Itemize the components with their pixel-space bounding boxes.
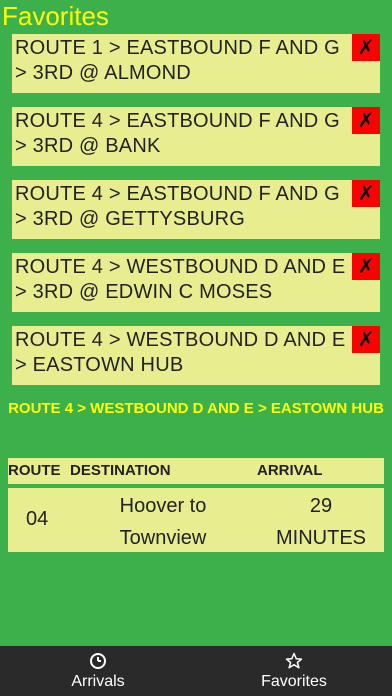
favorite-label: ROUTE 1 > EASTBOUND F AND G > 3RD @ ALMO… (15, 37, 340, 84)
tab-favorites[interactable]: Favorites (196, 646, 392, 696)
arrivals-table-header: ROUTE DESTINATION ARRIVAL (8, 458, 384, 484)
favorite-label: ROUTE 4 > WESTBOUND D AND E > 3RD @ EDWI… (15, 256, 346, 303)
favorite-label: ROUTE 4 > WESTBOUND D AND E > EASTOWN HU… (15, 329, 346, 376)
tab-arrivals[interactable]: Arrivals (0, 646, 196, 696)
table-row: 04 Hoover to Townview 29 MINUTES (8, 488, 384, 552)
delete-button[interactable]: ✗ (352, 326, 380, 353)
delete-button[interactable]: ✗ (352, 107, 380, 134)
column-header-destination: DESTINATION (70, 462, 171, 479)
destination-cell: Hoover to Townview (119, 495, 207, 549)
column-header-route: ROUTE (8, 462, 61, 479)
star-icon (196, 648, 392, 672)
favorite-item[interactable]: ROUTE 4 > WESTBOUND D AND E > 3RD @ EDWI… (12, 253, 380, 312)
clock-icon (0, 648, 196, 672)
tab-label: Arrivals (71, 673, 125, 690)
column-header-arrival: ARRIVAL (257, 462, 323, 479)
favorite-item[interactable]: ROUTE 1 > EASTBOUND F AND G > 3RD @ ALMO… (12, 34, 380, 93)
favorite-label: ROUTE 4 > EASTBOUND F AND G > 3RD @ GETT… (15, 183, 340, 230)
delete-button[interactable]: ✗ (352, 253, 380, 280)
favorite-item[interactable]: ROUTE 4 > EASTBOUND F AND G > 3RD @ GETT… (12, 180, 380, 239)
favorite-label: ROUTE 4 > EASTBOUND F AND G > 3RD @ BANK (15, 110, 340, 157)
page-title: Favorites (2, 1, 109, 31)
arrival-cell: 29 MINUTES (276, 495, 366, 549)
route-cell: 04 (26, 508, 49, 530)
delete-button[interactable]: ✗ (352, 180, 380, 207)
tab-label: Favorites (261, 673, 327, 690)
favorite-item[interactable]: ROUTE 4 > EASTBOUND F AND G > 3RD @ BANK… (12, 107, 380, 166)
favorite-item[interactable]: ROUTE 4 > WESTBOUND D AND E > EASTOWN HU… (12, 326, 380, 385)
selected-stop-title: ROUTE 4 > WESTBOUND D AND E > EASTOWN HU… (8, 400, 384, 417)
tab-bar: Arrivals Favorites (0, 646, 392, 696)
delete-button[interactable]: ✗ (352, 34, 380, 61)
